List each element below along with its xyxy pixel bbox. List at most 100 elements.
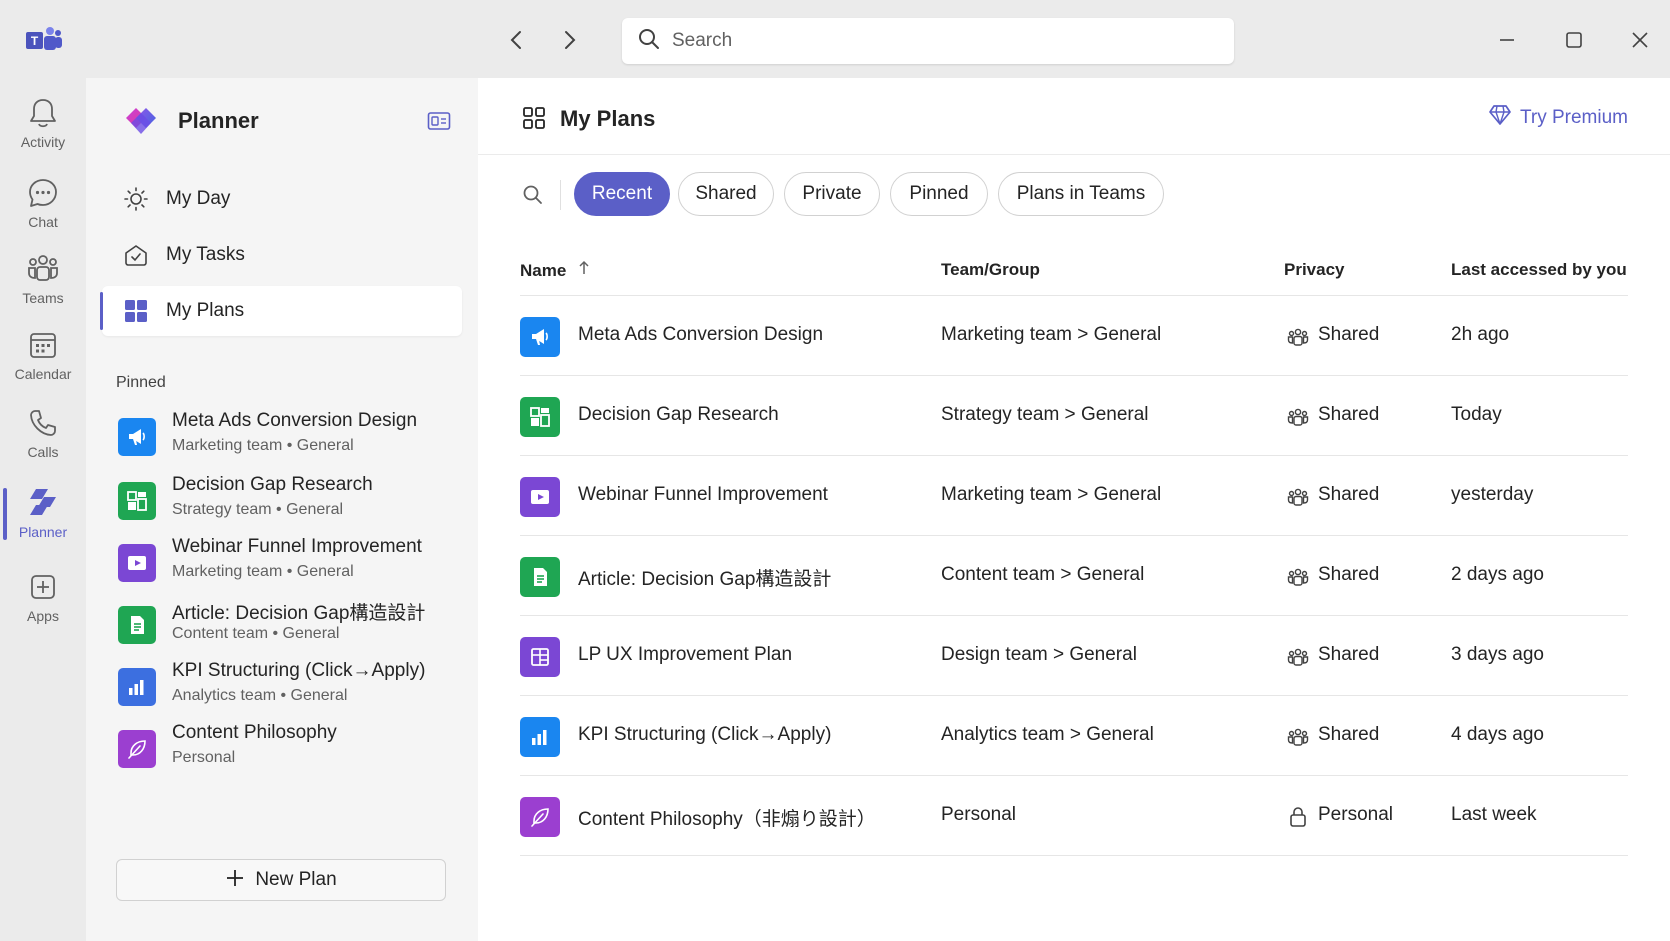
try-premium-link[interactable]: Try Premium — [1488, 104, 1628, 131]
new-plan-button[interactable]: New Plan — [116, 859, 446, 901]
rail-item-apps[interactable]: Apps — [0, 570, 86, 642]
column-header-team[interactable]: Team/Group — [941, 260, 1040, 280]
plan-team: Analytics team > General — [941, 724, 1154, 746]
layout-icon — [118, 482, 156, 520]
my-plans-main: My Plans Try Premium Recent Shared Priva… — [478, 78, 1670, 941]
search-input[interactable] — [672, 30, 1192, 52]
pinned-plan-item[interactable]: Webinar Funnel Improvement Marketing tea… — [110, 536, 454, 594]
video-icon — [520, 477, 560, 517]
table-row[interactable]: Decision Gap Research Strategy team > Ge… — [520, 376, 1628, 456]
forward-arrow-icon[interactable] — [556, 26, 584, 54]
pinned-plan-item[interactable]: Meta Ads Conversion Design Marketing tea… — [110, 410, 454, 468]
team-name: Analytics team — [941, 724, 1065, 745]
pinned-plan-item[interactable]: Content Philosophy Personal — [110, 722, 454, 780]
pinned-plan-item[interactable]: KPI Structuring (Click→Apply) Analytics … — [110, 660, 454, 718]
table-row[interactable]: Content Philosophy（非煽り設計） Personal Perso… — [520, 776, 1628, 856]
rail-item-chat[interactable]: Chat — [0, 176, 86, 248]
pinned-plan-team: Marketing team • General — [172, 437, 354, 454]
team-name: Content team — [941, 564, 1056, 585]
maximize-icon[interactable] — [1554, 22, 1594, 58]
video-icon — [118, 544, 156, 582]
column-header-privacy[interactable]: Privacy — [1284, 260, 1345, 280]
column-header-name[interactable]: Name — [520, 260, 590, 281]
plan-privacy: Shared — [1318, 484, 1380, 505]
bar-chart-icon — [118, 668, 156, 706]
pinned-plan-item[interactable]: Decision Gap Research Strategy team • Ge… — [110, 474, 454, 532]
bell-icon — [26, 96, 60, 130]
table-row[interactable]: Webinar Funnel Improvement Marketing tea… — [520, 456, 1628, 536]
try-premium-label: Try Premium — [1519, 106, 1628, 128]
plan-privacy: Shared — [1318, 724, 1380, 745]
plan-last-accessed: yesterday — [1451, 484, 1534, 505]
new-plan-label: New Plan — [255, 869, 337, 890]
filter-chip-shared[interactable]: Shared — [678, 172, 774, 216]
left-pane-header: Planner — [86, 78, 478, 162]
rail-item-activity[interactable]: Activity — [0, 96, 86, 168]
pinned-plan-name: KPI Structuring (Click→Apply) — [172, 660, 426, 681]
channel-name: General — [1076, 564, 1145, 585]
planner-logo-icon — [122, 104, 160, 140]
nav-my-tasks[interactable]: My Tasks — [102, 230, 462, 280]
teams-icon — [26, 252, 60, 286]
minimize-icon[interactable] — [1487, 22, 1527, 58]
add-apps-icon — [26, 570, 60, 604]
filter-chip-pinned[interactable]: Pinned — [890, 172, 988, 216]
close-icon[interactable] — [1620, 22, 1660, 58]
filter-chip-private[interactable]: Private — [784, 172, 880, 216]
search-box[interactable] — [622, 18, 1234, 64]
sun-icon — [122, 185, 150, 213]
table-row[interactable]: KPI Structuring (Click→Apply) Analytics … — [520, 696, 1628, 776]
rail-label: Teams — [22, 290, 64, 306]
back-arrow-icon[interactable] — [502, 26, 530, 54]
chevron-right-separator: > — [1071, 324, 1094, 345]
feather-icon — [118, 730, 156, 768]
layout-grid-icon — [520, 637, 560, 677]
plan-team: Strategy team > General — [941, 404, 1149, 426]
pinned-plan-name: Content Philosophy — [172, 722, 337, 743]
planner-icon — [26, 486, 60, 520]
layout-icon — [520, 397, 560, 437]
chat-icon — [26, 176, 60, 210]
channel-name: General — [1086, 724, 1154, 745]
table-row[interactable]: LP UX Improvement Plan Design team > Gen… — [520, 616, 1628, 696]
pinned-plan-team: Marketing team • General — [172, 563, 354, 580]
plan-last-accessed: Last week — [1451, 804, 1537, 825]
nav-my-day[interactable]: My Day — [102, 174, 462, 224]
rail-item-calls[interactable]: Calls — [0, 406, 86, 478]
plan-privacy: Shared — [1318, 404, 1380, 425]
shared-group-icon — [1286, 405, 1310, 429]
rail-item-planner[interactable]: Planner — [0, 486, 86, 558]
sort-ascending-icon — [578, 260, 590, 281]
pinned-plan-item[interactable]: Article: Decision Gap構造設計 Content team •… — [110, 598, 454, 656]
plan-last-accessed: 3 days ago — [1451, 644, 1544, 665]
rail-label: Chat — [28, 214, 58, 230]
teams-logo-icon[interactable]: T — [26, 26, 62, 56]
rail-item-teams[interactable]: Teams — [0, 252, 86, 324]
megaphone-icon — [520, 317, 560, 357]
table-row[interactable]: Article: Decision Gap構造設計 Content team >… — [520, 536, 1628, 616]
rail-label: Calls — [27, 444, 59, 460]
filter-chip-recent[interactable]: Recent — [574, 172, 670, 216]
filter-bar: Recent Shared Private Pinned Plans in Te… — [478, 172, 1670, 218]
pinned-plan-name: Article: Decision Gap構造設計 — [172, 603, 426, 624]
plan-privacy: Shared — [1318, 644, 1380, 665]
plan-name: LP UX Improvement Plan — [578, 644, 793, 665]
collapse-pane-icon[interactable] — [424, 106, 454, 136]
search-icon — [638, 28, 660, 55]
plan-team: Content team > General — [941, 564, 1144, 586]
table-row[interactable]: Meta Ads Conversion Design Marketing tea… — [520, 296, 1628, 376]
rail-item-calendar[interactable]: Calendar — [0, 328, 86, 400]
channel-name: General — [1080, 404, 1149, 425]
team-name: Design team — [941, 644, 1048, 665]
calendar-icon — [26, 328, 60, 362]
column-header-last-accessed[interactable]: Last accessed by you — [1451, 260, 1627, 280]
shared-group-icon — [1286, 725, 1310, 749]
nav-label: My Day — [166, 188, 231, 209]
team-name: Marketing team — [941, 324, 1072, 345]
nav-my-plans[interactable]: My Plans — [102, 286, 462, 336]
nav-label: My Plans — [166, 300, 245, 321]
nav-label: My Tasks — [166, 244, 245, 265]
pinned-plan-team: Personal — [172, 749, 236, 766]
filter-chip-plans-in-teams[interactable]: Plans in Teams — [998, 172, 1164, 216]
filter-search-icon[interactable] — [520, 182, 546, 208]
